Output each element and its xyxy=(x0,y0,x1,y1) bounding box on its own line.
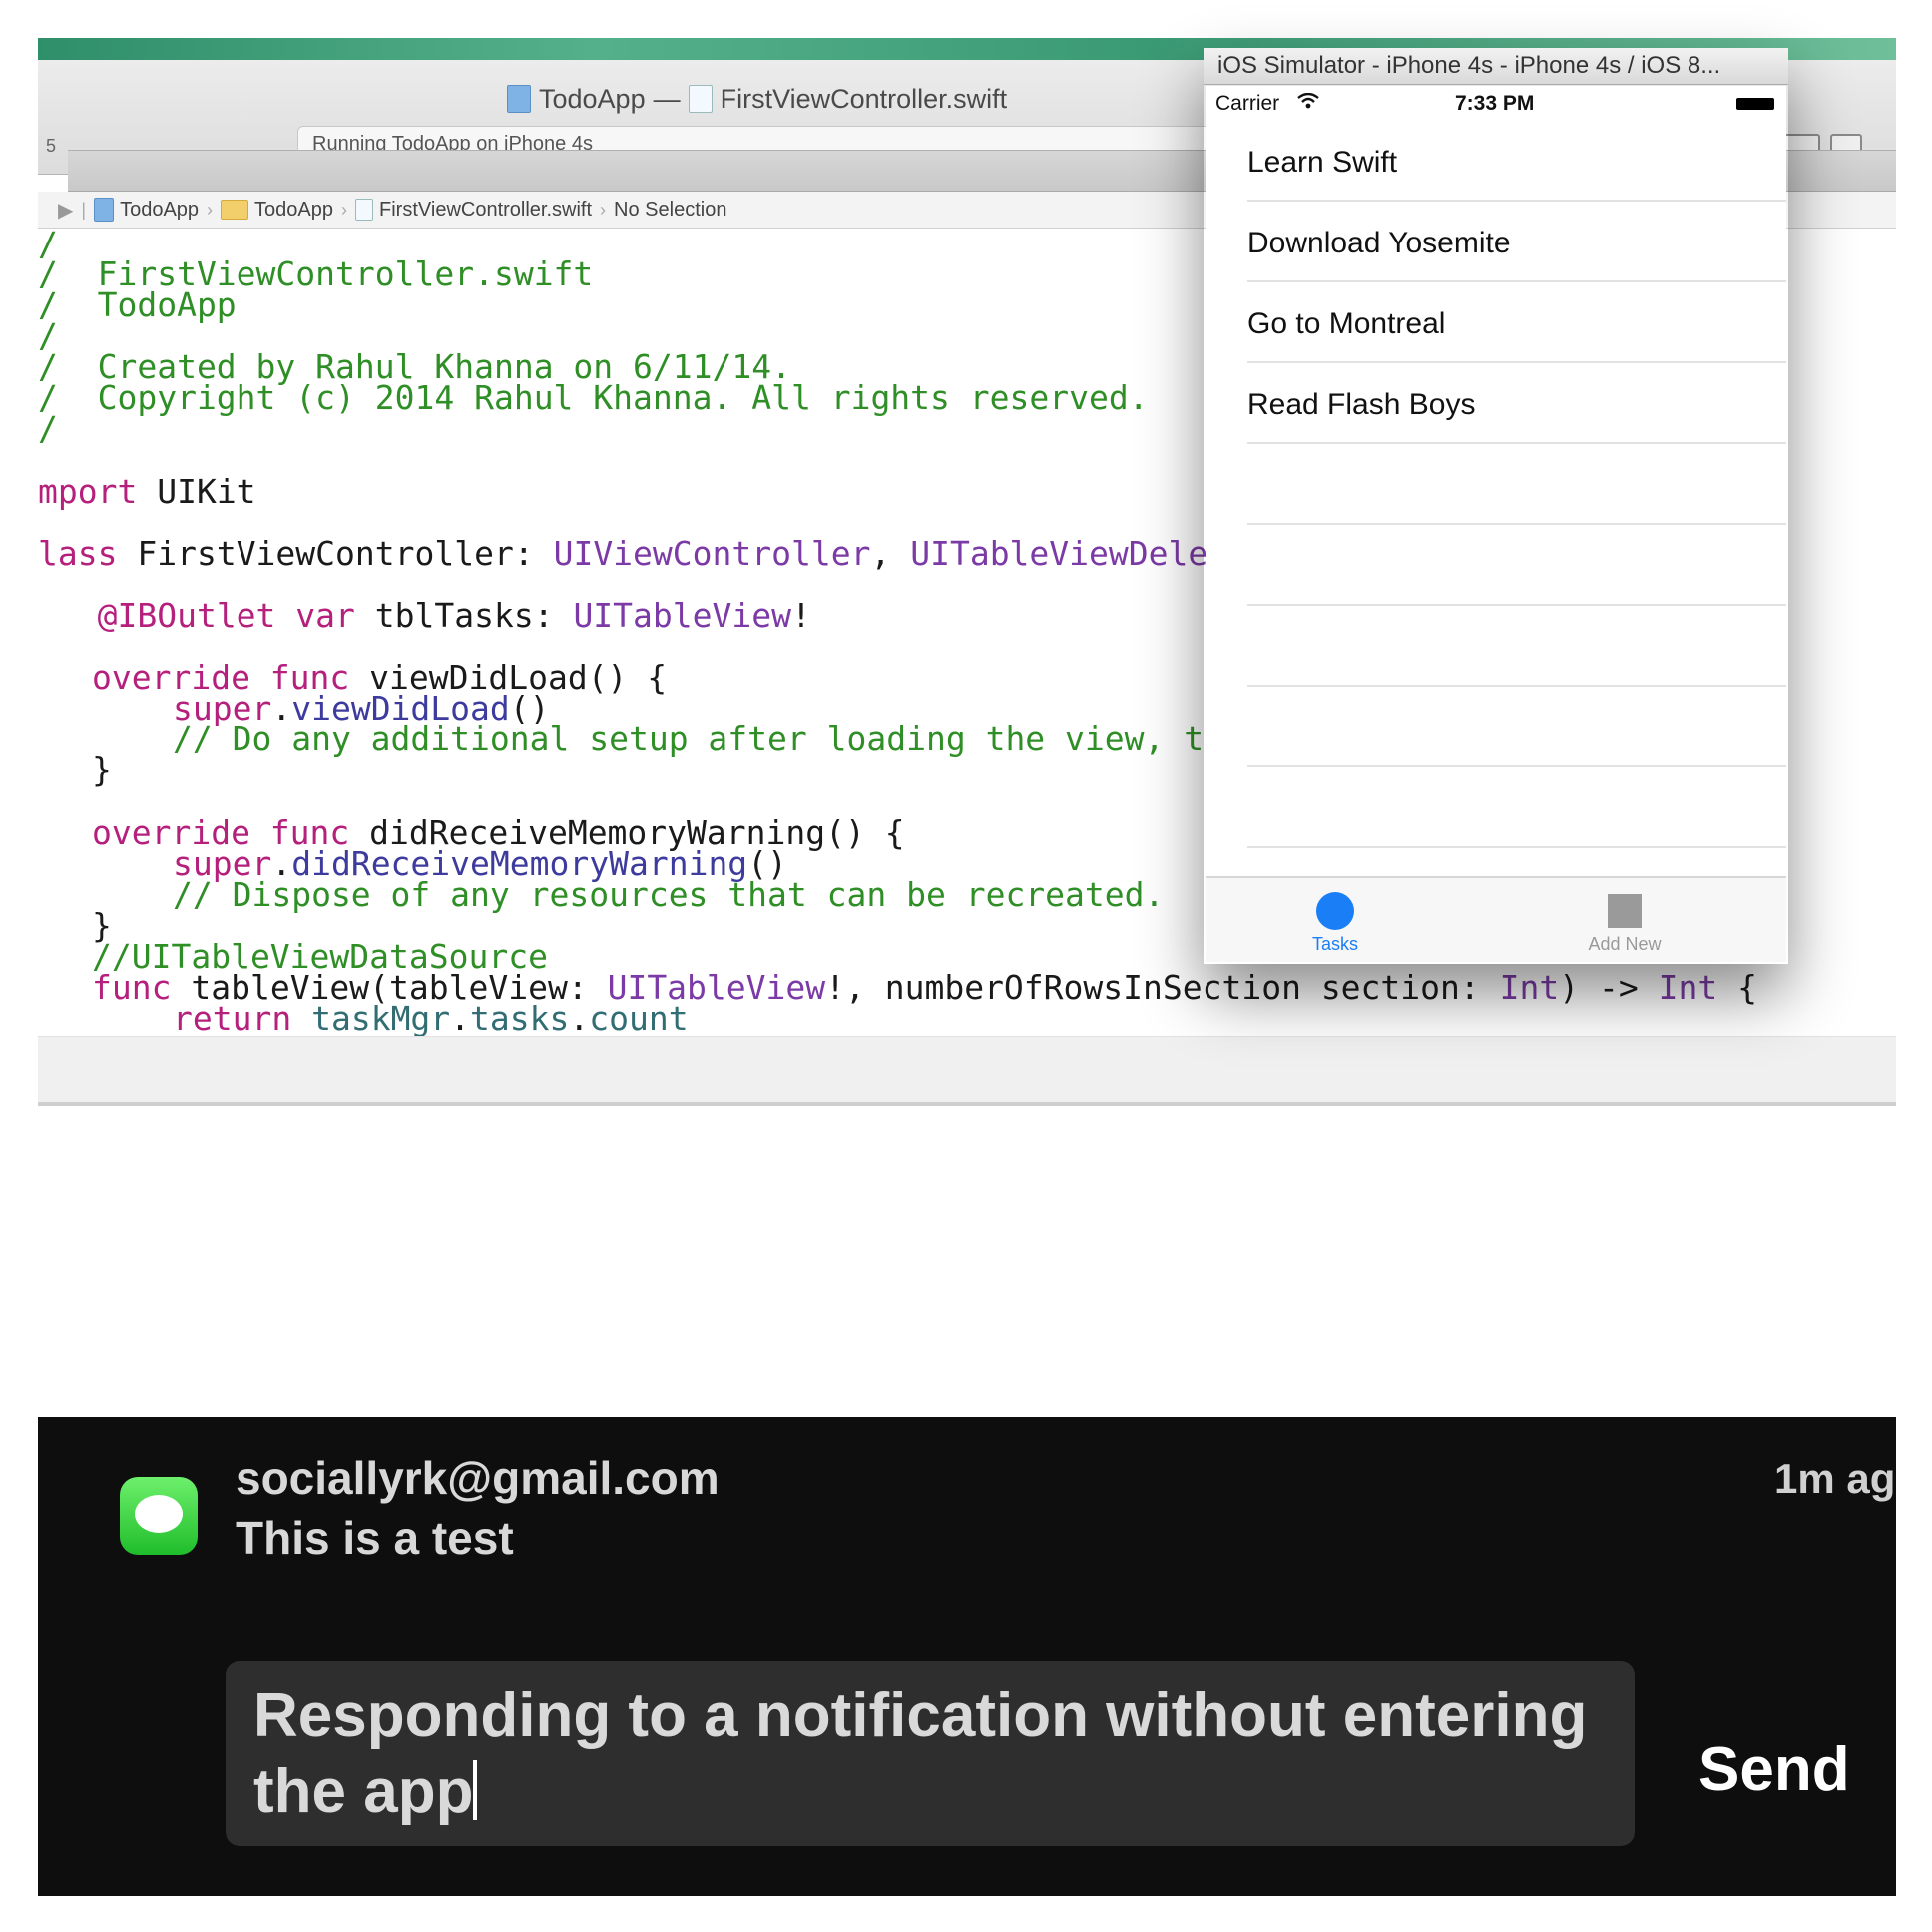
tab-label: Tasks xyxy=(1311,934,1358,954)
messages-icon xyxy=(120,1477,198,1555)
reply-text: Responding to a notification without ent… xyxy=(253,1682,1588,1826)
empty-row xyxy=(1206,526,1786,606)
status-time: 7:33 PM xyxy=(1455,92,1535,115)
empty-row xyxy=(1206,445,1786,525)
task-row[interactable]: Download Yosemite xyxy=(1206,203,1786,282)
code-line: / Copyright (c) 2014 Rahul Khanna. All r… xyxy=(38,378,1149,417)
row-separator xyxy=(1247,361,1786,363)
breadcrumb-label: TodoApp xyxy=(120,198,200,221)
task-row[interactable]: Learn Swift xyxy=(1206,122,1786,202)
task-row[interactable]: Go to Montreal xyxy=(1206,283,1786,363)
swift-file-icon xyxy=(688,85,713,113)
code-line: } xyxy=(92,750,112,789)
speech-bubble-icon xyxy=(135,1495,183,1533)
breadcrumb-file[interactable]: FirstViewController.swift xyxy=(355,199,592,222)
debug-bar xyxy=(38,1036,1896,1103)
notification-sender: sociallyrk@gmail.com xyxy=(236,1452,720,1504)
row-separator xyxy=(1247,685,1786,687)
row-separator xyxy=(1247,200,1786,202)
row-separator xyxy=(1247,604,1786,606)
ios-status-bar: Carrier 7:33 PM xyxy=(1206,86,1786,120)
code-line: // Do any additional setup after loading… xyxy=(173,720,1205,758)
code-line: return taskMgr.tasks.count xyxy=(173,999,689,1038)
notification-time: 1m ag xyxy=(1774,1455,1896,1502)
simulator-title: iOS Simulator - iPhone 4s - iPhone 4s / … xyxy=(1217,52,1721,79)
reply-text-wrapper: Responding to a notification without ent… xyxy=(253,1679,1611,1830)
row-separator xyxy=(1247,442,1786,444)
tab-label: Add New xyxy=(1588,934,1662,954)
title-separator: — xyxy=(653,83,681,114)
breadcrumb-selection[interactable]: No Selection xyxy=(614,199,726,222)
send-button[interactable]: Send xyxy=(1698,1734,1850,1805)
breadcrumb-label: TodoApp xyxy=(254,198,334,221)
notification-banner: sociallyrk@gmail.com This is a test 1m a… xyxy=(38,1417,1896,1896)
toolbar-counter: 5 xyxy=(46,136,57,156)
code-line: / TodoApp xyxy=(38,285,237,324)
reply-input[interactable]: Responding to a notification without ent… xyxy=(226,1661,1635,1846)
simulator-titlebar: iOS Simulator - iPhone 4s - iPhone 4s / … xyxy=(1204,48,1788,85)
chevron-right-icon: › xyxy=(207,199,214,220)
ios-simulator-window: iOS Simulator - iPhone 4s - iPhone 4s / … xyxy=(1204,48,1788,964)
empty-row xyxy=(1206,768,1786,848)
task-row[interactable]: Read Flash Boys xyxy=(1206,364,1786,444)
code-line: @IBOutlet var tblTasks: UITableView! xyxy=(97,596,811,635)
empty-row xyxy=(1206,607,1786,687)
window-title: TodoApp — FirstViewController.swift xyxy=(507,84,1007,114)
tab-add-new[interactable]: Add New xyxy=(1565,888,1685,958)
task-label: Learn Swift xyxy=(1247,146,1398,179)
folder-icon xyxy=(221,200,249,220)
jumpbar-divider: | xyxy=(81,199,87,220)
tab-bar: Tasks Add New xyxy=(1206,876,1786,962)
carrier-label: Carrier xyxy=(1215,92,1280,115)
empty-row xyxy=(1206,688,1786,767)
chevron-right-icon: › xyxy=(341,199,348,220)
code-line: mport UIKit xyxy=(38,472,256,511)
wifi-icon xyxy=(1297,92,1319,115)
row-separator xyxy=(1247,765,1786,767)
code-line: / xyxy=(38,409,58,448)
battery-icon xyxy=(1736,98,1774,110)
breadcrumb-project[interactable]: TodoApp xyxy=(94,198,199,222)
phone-screen: Carrier 7:33 PM Learn Swift Download Yos… xyxy=(1206,86,1786,962)
tab-tasks[interactable]: Tasks xyxy=(1275,888,1395,958)
code-line: // Dispose of any resources that can be … xyxy=(173,875,1165,914)
row-separator xyxy=(1247,523,1786,525)
square-icon xyxy=(1608,894,1642,928)
title-file: FirstViewController.swift xyxy=(720,83,1008,114)
swift-file-icon xyxy=(355,199,374,221)
task-label: Go to Montreal xyxy=(1247,307,1446,340)
code-line: lass FirstViewController: UIViewControll… xyxy=(38,534,1208,573)
divider xyxy=(38,1102,1896,1106)
nav-forward-icon[interactable]: ▶ xyxy=(58,198,73,223)
chevron-right-icon: › xyxy=(600,199,607,220)
text-cursor xyxy=(473,1760,478,1820)
row-separator xyxy=(1247,846,1786,848)
task-label: Download Yosemite xyxy=(1247,227,1511,259)
title-project: TodoApp xyxy=(539,83,646,114)
breadcrumb-label: FirstViewController.swift xyxy=(379,198,593,221)
task-label: Read Flash Boys xyxy=(1247,388,1476,421)
breadcrumb-label: No Selection xyxy=(614,198,727,221)
circle-icon xyxy=(1316,892,1354,930)
row-separator xyxy=(1247,280,1786,282)
notification-message: This is a test xyxy=(236,1512,514,1564)
project-icon xyxy=(507,85,531,113)
project-icon xyxy=(94,198,115,222)
breadcrumb-group[interactable]: TodoApp xyxy=(221,199,333,222)
